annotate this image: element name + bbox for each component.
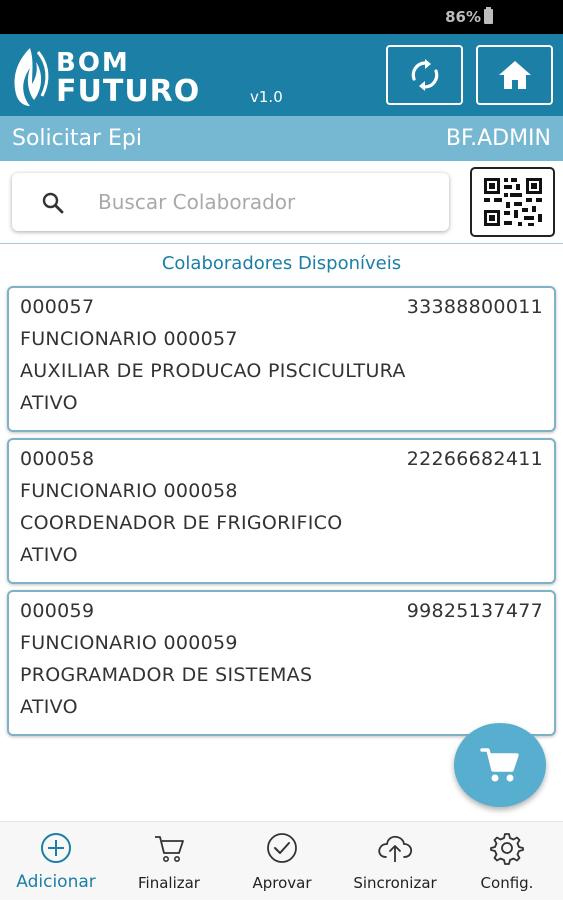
sync-icon: [411, 59, 438, 91]
collaborator-code: 000058: [20, 448, 95, 470]
collaborator-status: ATIVO: [20, 696, 78, 718]
collaborator-code: 000059: [20, 600, 95, 622]
nav-sincronizar[interactable]: Sincronizar: [339, 822, 451, 901]
collaborator-role: AUXILIAR DE PRODUCAO PISCICULTURA: [20, 360, 406, 382]
sub-header: Solicitar Epi BF.ADMIN: [0, 116, 563, 161]
collaborator-card[interactable]: 000057 33388800011 FUNCIONARIO 000057 AU…: [7, 286, 556, 432]
collaborator-name: FUNCIONARIO 000057: [20, 328, 238, 350]
search-input[interactable]: [98, 183, 438, 221]
nav-label: Aprovar: [252, 874, 312, 892]
app-version: v1.0: [250, 88, 283, 106]
nav-label: Sincronizar: [353, 874, 437, 892]
search-icon: [42, 192, 64, 214]
cart-icon: [480, 748, 519, 782]
current-user: BF.ADMIN: [445, 126, 551, 151]
cart-icon: [155, 836, 184, 862]
list-title: Colaboradores Disponíveis: [161, 253, 402, 274]
nav-label: Finalizar: [138, 874, 200, 892]
cloud-upload-icon: [378, 835, 413, 862]
leaf-logo-icon: [14, 48, 49, 106]
home-button[interactable]: [476, 45, 553, 105]
collaborator-role: COORDENADOR DE FRIGORIFICO: [20, 512, 343, 534]
bom-futuro-logo: BOM FUTURO v1.0: [8, 44, 298, 109]
collaborator-phone: 22266682411: [406, 448, 543, 470]
sync-button[interactable]: [386, 45, 463, 105]
nav-label: Adicionar: [16, 872, 96, 892]
nav-label: Config.: [480, 874, 534, 892]
page-title: Solicitar Epi: [12, 126, 142, 151]
nav-finalizar[interactable]: Finalizar: [113, 822, 225, 901]
collaborator-status: ATIVO: [20, 392, 78, 414]
qr-scan-button[interactable]: [470, 167, 555, 237]
qr-code-icon: [479, 175, 546, 229]
gear-icon: [490, 833, 524, 865]
nav-config[interactable]: Config.: [451, 822, 563, 901]
collaborator-card[interactable]: 000059 99825137477 FUNCIONARIO 000059 PR…: [7, 590, 556, 736]
app-header: BOM FUTURO v1.0: [0, 34, 563, 116]
collaborator-code: 000057: [20, 296, 95, 318]
collaborator-phone: 99825137477: [406, 600, 543, 622]
bottom-nav: Adicionar Finalizar Aprovar Sincronizar: [0, 821, 563, 900]
battery-level: 86%: [445, 8, 481, 26]
search-box[interactable]: [12, 173, 449, 231]
collaborator-status: ATIVO: [20, 544, 78, 566]
collaborator-card[interactable]: 000058 22266682411 FUNCIONARIO 000058 CO…: [7, 438, 556, 584]
check-circle-icon: [267, 833, 297, 863]
cart-fab-button[interactable]: [454, 723, 546, 807]
collaborator-phone: 33388800011: [406, 296, 543, 318]
divider: [0, 243, 563, 244]
collaborator-name: FUNCIONARIO 000059: [20, 632, 238, 654]
status-bar: 86%: [0, 0, 563, 34]
collaborator-name: FUNCIONARIO 000058: [20, 480, 238, 502]
home-icon: [498, 61, 531, 89]
add-circle-icon: [41, 833, 71, 863]
logo-text-futuro: FUTURO: [56, 74, 201, 109]
battery-icon: [484, 7, 493, 24]
nav-adicionar[interactable]: Adicionar: [0, 822, 112, 901]
collaborator-role: PROGRAMADOR DE SISTEMAS: [20, 664, 313, 686]
nav-aprovar[interactable]: Aprovar: [226, 822, 338, 901]
